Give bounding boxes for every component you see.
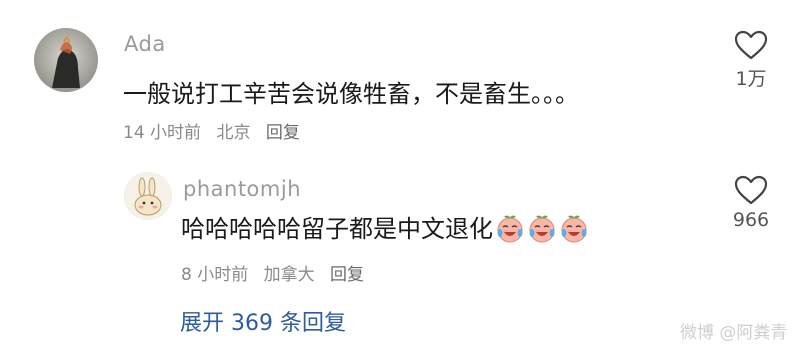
reply-location: 加拿大	[263, 265, 315, 285]
reply-reply-button[interactable]: 回复	[330, 265, 364, 285]
avatar-phantomjh[interactable]	[124, 172, 172, 220]
heart-outline-icon	[734, 30, 768, 60]
comment-like-button[interactable]: 1万	[721, 30, 781, 91]
reply-username[interactable]: phantomjh	[183, 177, 301, 201]
comment-text: 一般说打工辛苦会说像牲畜，不是畜生。。。	[123, 80, 579, 108]
reply-like-button[interactable]: 966	[721, 175, 781, 231]
watermark: 微博 @阿粪青	[680, 318, 787, 343]
comment-meta: 14 小时前 北京 回复	[123, 118, 310, 143]
crying-laughing-peach-emoji	[529, 215, 555, 243]
avatar-ada[interactable]	[34, 28, 98, 92]
reply-meta: 8 小时前 加拿大 回复	[181, 260, 374, 285]
comment-time: 14 小时前	[123, 123, 202, 143]
reply-text-row: 哈哈哈哈哈留子都是中文退化	[181, 209, 589, 244]
reply-text: 哈哈哈哈哈留子都是中文退化	[181, 215, 493, 243]
watermark-text: 微博 @阿粪青	[680, 323, 788, 343]
comment-reply-button[interactable]: 回复	[266, 123, 300, 143]
comment-like-count: 1万	[735, 68, 767, 90]
comment-username[interactable]: Ada	[124, 32, 166, 56]
heart-outline-icon	[734, 175, 768, 205]
reply-time: 8 小时前	[181, 265, 249, 285]
comment-location: 北京	[216, 123, 251, 143]
crying-laughing-peach-emoji	[497, 215, 523, 243]
expand-replies-link[interactable]: 展开 369 条回复	[180, 305, 346, 337]
crying-laughing-peach-emoji	[561, 215, 587, 243]
reply-like-count: 966	[732, 209, 770, 231]
